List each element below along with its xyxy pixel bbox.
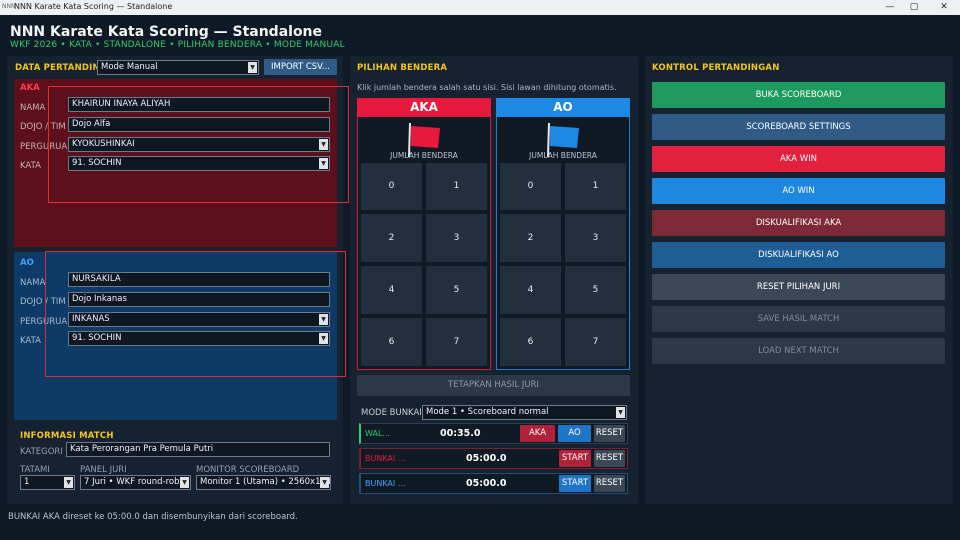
ao-kata-label: KATA [20, 336, 41, 346]
app-title: NNN Karate Kata Scoring — Standalone [10, 24, 323, 40]
tatami-select[interactable]: 1 ▼ [20, 475, 75, 490]
window-title: NNN Karate Kata Scoring — Standalone [14, 2, 173, 11]
timer-wal-ao-button[interactable]: AO [558, 425, 591, 442]
aka-highlight-box [48, 86, 349, 203]
app-subtitle: WKF 2026 • KATA • STANDALONE • PILIHAN B… [10, 40, 345, 50]
mode-bunkai-label: MODE BUNKAI [361, 408, 422, 418]
aka-jumlah-label: JUMLAH BENDERA [390, 151, 458, 160]
panel-juri-select[interactable]: 7 Juri • WKF round-robin ▼ [80, 475, 191, 490]
aka-count-0[interactable]: 0 [361, 163, 422, 210]
informasi-match-heading: INFORMASI MATCH [20, 431, 114, 441]
aka-count-3[interactable]: 3 [426, 214, 487, 262]
aka-count-1[interactable]: 1 [426, 163, 487, 210]
aka-label: AKA [20, 83, 40, 93]
ao-win-button[interactable]: AO WIN [652, 178, 945, 204]
ao-label: AO [20, 258, 34, 268]
mode-select[interactable]: Mode Manual ▼ [97, 60, 259, 75]
ao-flag-header: AO [496, 98, 630, 117]
ao-count-7[interactable]: 7 [565, 318, 626, 366]
tatami-label: TATAMI [20, 465, 50, 475]
timer-bunkai-aka-time: 05:00.0 [466, 453, 507, 464]
monitor-label: MONITOR SCOREBOARD [196, 465, 300, 475]
ao-count-1[interactable]: 1 [565, 163, 626, 210]
aka-count-6[interactable]: 6 [361, 318, 422, 366]
timer-bunkai-ao-label: BUNKAI ... [365, 479, 406, 488]
ao-highlight-box [45, 251, 346, 377]
timer-bunkai-ao-start-button[interactable]: START [559, 475, 591, 492]
ao-jumlah-label: JUMLAH BENDERA [529, 151, 597, 160]
aka-count-7[interactable]: 7 [426, 318, 487, 366]
scoreboard-settings-button[interactable]: SCOREBOARD SETTINGS [652, 114, 945, 140]
timer-bunkai-ao-time: 05:00.0 [466, 478, 507, 489]
pilihan-bendera-heading: PILIHAN BENDERA [357, 63, 448, 73]
save-hasil-match-button[interactable]: SAVE HASIL MATCH [652, 306, 945, 332]
chevron-down-icon: ▼ [320, 477, 329, 488]
ao-nama-label: NAMA [20, 278, 46, 288]
timer-bunkai-aka-reset-button[interactable]: RESET [594, 450, 625, 467]
aka-nama-label: NAMA [20, 103, 46, 113]
close-icon[interactable]: ✕ [932, 0, 956, 15]
window-titlebar: NNN NNN Karate Kata Scoring — Standalone… [0, 0, 960, 15]
kontrol-heading: KONTROL PERTANDINGAN [652, 63, 780, 73]
ao-count-6[interactable]: 6 [500, 318, 561, 366]
aka-count-2[interactable]: 2 [361, 214, 422, 262]
ao-count-5[interactable]: 5 [565, 266, 626, 314]
timer-bunkai-aka-label: BUNKAI ... [365, 454, 406, 463]
timer-bunkai-aka-start-button[interactable]: START [559, 450, 591, 467]
load-next-match-button[interactable]: LOAD NEXT MATCH [652, 338, 945, 364]
timer-wal-time: 00:35.0 [440, 428, 481, 439]
kategori-label: KATEGORI [20, 447, 63, 457]
diskualifikasi-ao-button[interactable]: DISKUALIFIKASI AO [652, 242, 945, 268]
monitor-select[interactable]: Monitor 1 (Utama) • 2560x1440 ▼ [196, 475, 331, 490]
aka-win-button[interactable]: AKA WIN [652, 146, 945, 172]
aka-count-5[interactable]: 5 [426, 266, 487, 314]
timer-wal-reset-button[interactable]: RESET [594, 425, 625, 442]
mode-bunkai-select[interactable]: Mode 1 • Scoreboard normal ▼ [422, 405, 627, 420]
ao-count-2[interactable]: 2 [500, 214, 561, 262]
panel-juri-label: PANEL JURI [80, 465, 127, 475]
buka-scoreboard-button[interactable]: BUKA SCOREBOARD [652, 82, 945, 108]
ao-count-3[interactable]: 3 [565, 214, 626, 262]
status-text: BUNKAI AKA direset ke 05:00.0 dan disemb… [8, 512, 298, 522]
chevron-down-icon: ▼ [64, 477, 73, 488]
timer-bunkai-ao-reset-button[interactable]: RESET [594, 475, 625, 492]
aka-flag-header: AKA [357, 98, 491, 117]
chevron-down-icon: ▼ [248, 62, 257, 73]
minimize-icon[interactable]: — [878, 0, 902, 15]
tetapkan-hasil-button[interactable]: TETAPKAN HASIL JURI [357, 375, 630, 396]
aka-count-4[interactable]: 4 [361, 266, 422, 314]
chevron-down-icon: ▼ [180, 477, 189, 488]
timer-wal-label: WAL... [365, 429, 391, 438]
reset-pilihan-juri-button[interactable]: RESET PILIHAN JURI [652, 274, 945, 300]
import-csv-button[interactable]: IMPORT CSV... [264, 59, 337, 75]
diskualifikasi-aka-button[interactable]: DISKUALIFIKASI AKA [652, 210, 945, 236]
timer-wal-aka-button[interactable]: AKA [520, 425, 555, 442]
pilihan-bendera-hint: Klik jumlah bendera salah satu sisi. Sis… [357, 83, 617, 92]
aka-kata-label: KATA [20, 161, 41, 171]
ao-count-0[interactable]: 0 [500, 163, 561, 210]
maximize-icon[interactable]: ▢ [902, 0, 926, 15]
ao-count-4[interactable]: 4 [500, 266, 561, 314]
chevron-down-icon: ▼ [616, 407, 625, 418]
kategori-input[interactable]: Kata Perorangan Pra Pemula Putri [66, 442, 330, 457]
